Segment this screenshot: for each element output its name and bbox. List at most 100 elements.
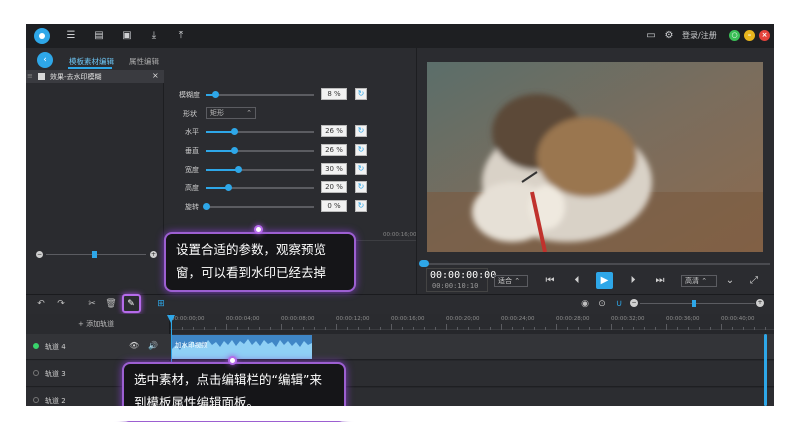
quality-select[interactable]: 高清 ⌃ (681, 275, 717, 287)
ruler-tick (446, 324, 447, 330)
reset-icon[interactable]: ↻ (355, 88, 367, 100)
ruler-tick (237, 327, 238, 330)
gear-icon[interactable]: ⚙ (662, 29, 676, 43)
top-bar: ☰ ▤ ▣ ⤓ ⤒ ▭ ⚙ 登录/注册 ○ – × (26, 24, 774, 48)
blur-slider[interactable] (206, 91, 314, 98)
undo-icon[interactable]: ↶ (35, 298, 47, 310)
delete-icon[interactable]: 🗑 (105, 298, 117, 310)
ruler-tick (710, 327, 711, 330)
chevron-up-icon: ⌃ (246, 109, 252, 117)
restore-icon[interactable]: ○ (729, 30, 740, 41)
checkbox[interactable] (38, 73, 45, 80)
list-item-label: 效果-去水印模糊 (50, 73, 102, 81)
first-frame-icon[interactable]: ⏮ (543, 274, 557, 288)
playback-handle[interactable] (419, 260, 429, 267)
ruler-tick (578, 327, 579, 330)
track-name: 轨道 2 (45, 397, 66, 405)
edit-pencil-icon[interactable]: ✎ (125, 298, 137, 310)
tab-template-edit[interactable]: 模板素材编辑 (69, 56, 114, 67)
import-icon[interactable]: ⤓ (147, 29, 161, 43)
ruler-tick (259, 327, 260, 330)
reset-icon[interactable]: ↻ (355, 163, 367, 175)
zoom-in-icon[interactable]: + (150, 251, 157, 258)
tab-property-edit[interactable]: 属性编辑 (129, 56, 159, 67)
magnet-icon[interactable]: ∪ (613, 298, 625, 310)
last-frame-icon[interactable]: ⏭ (653, 274, 667, 288)
height-value-input[interactable]: 20 % (321, 181, 347, 193)
ruler-label: 00:00:40;00 (721, 316, 755, 322)
play-button[interactable]: ▶ (596, 272, 613, 289)
fit-select[interactable]: 适合 ⌃ (494, 275, 528, 287)
vertical-slider[interactable] (206, 147, 314, 154)
fullscreen-icon[interactable]: ⤢ (747, 274, 761, 288)
track-status-dot[interactable] (33, 370, 39, 376)
timeline-zoom-handle[interactable] (692, 300, 696, 307)
reset-icon[interactable]: ↻ (355, 144, 367, 156)
video-preview[interactable] (427, 62, 763, 252)
vertical-scrollbar[interactable] (764, 334, 767, 406)
login-link[interactable]: 登录/注册 (682, 30, 717, 41)
save-icon[interactable]: ▣ (120, 29, 134, 43)
add-track-button[interactable]: + 添加轨道 (78, 319, 114, 329)
prop-label: 模糊度 (179, 91, 200, 99)
height-slider[interactable] (206, 184, 314, 191)
ruler-tick (743, 327, 744, 330)
track-status-dot[interactable] (33, 397, 39, 403)
reset-icon[interactable]: ↻ (355, 200, 367, 212)
reset-icon[interactable]: ↻ (355, 125, 367, 137)
track-name: 轨道 4 (45, 343, 66, 351)
ruler-tick (358, 327, 359, 330)
ruler-tick (336, 324, 337, 330)
blur-value-input[interactable]: 8 % (321, 88, 347, 100)
close-icon[interactable]: × (152, 71, 159, 80)
minimize-icon[interactable]: – (744, 30, 755, 41)
ruler-tick (380, 327, 381, 330)
cut-icon[interactable]: ✂ (86, 298, 98, 310)
timeline-zoom-slider[interactable] (640, 303, 755, 304)
shape-select[interactable]: 矩形 ⌃ (206, 107, 256, 119)
list-item[interactable]: 效果-去水印模糊 × (26, 70, 164, 83)
prev-frame-icon[interactable]: ⏴ (570, 274, 584, 288)
chat-icon[interactable]: ▭ (644, 29, 658, 43)
menu-icon[interactable]: ☰ (64, 29, 78, 43)
export-icon[interactable]: ⤒ (174, 29, 188, 43)
rotate-slider[interactable] (203, 203, 314, 210)
eye-icon[interactable]: 👁 (129, 341, 139, 350)
playback-progress[interactable] (424, 263, 770, 265)
width-value-input[interactable]: 30 % (321, 163, 347, 175)
zoom-out-icon[interactable]: − (36, 251, 43, 258)
next-frame-icon[interactable]: ⏵ (626, 274, 640, 288)
horizontal-slider[interactable] (206, 128, 314, 135)
width-slider[interactable] (206, 166, 314, 173)
vertical-value-input[interactable]: 26 % (321, 144, 347, 156)
track-status-dot[interactable] (33, 343, 39, 349)
cat-video-frame (427, 62, 763, 252)
reset-icon[interactable]: ↻ (355, 181, 367, 193)
ruler-tick (457, 327, 458, 330)
ruler-label: 00:00:04;00 (226, 316, 260, 322)
track-row[interactable]: 轨道 4 👁 🔊 (26, 334, 774, 360)
ruler-tick (556, 324, 557, 330)
zoom-slider-handle[interactable] (92, 251, 97, 258)
drag-handle-icon[interactable]: ≡ (27, 72, 33, 80)
timeline-zoom-out-icon[interactable]: − (630, 299, 638, 307)
ruler-tick (600, 327, 601, 330)
snapshot-icon[interactable]: ◉ (579, 298, 591, 310)
collapse-icon[interactable]: ⌄ (723, 274, 737, 288)
volume-icon[interactable]: 🔊 (148, 341, 158, 350)
ruler-tick (655, 327, 656, 330)
callout-pointer-dot (228, 356, 237, 365)
redo-icon[interactable]: ↷ (55, 298, 67, 310)
ruler-tick (567, 327, 568, 330)
horizontal-value-input[interactable]: 26 % (321, 125, 347, 137)
marker-icon[interactable]: ⊙ (596, 298, 608, 310)
ruler-tick (732, 327, 733, 330)
timeline-zoom-in-icon[interactable]: + (756, 299, 764, 307)
file-icon[interactable]: ▤ (92, 29, 106, 43)
rotate-value-input[interactable]: 0 % (321, 200, 347, 212)
back-button[interactable]: ‹ (37, 52, 53, 68)
split-icon[interactable]: ⊞ (155, 298, 167, 310)
close-icon[interactable]: × (759, 30, 770, 41)
ruler-tick (226, 324, 227, 330)
app-logo-icon (34, 28, 50, 44)
